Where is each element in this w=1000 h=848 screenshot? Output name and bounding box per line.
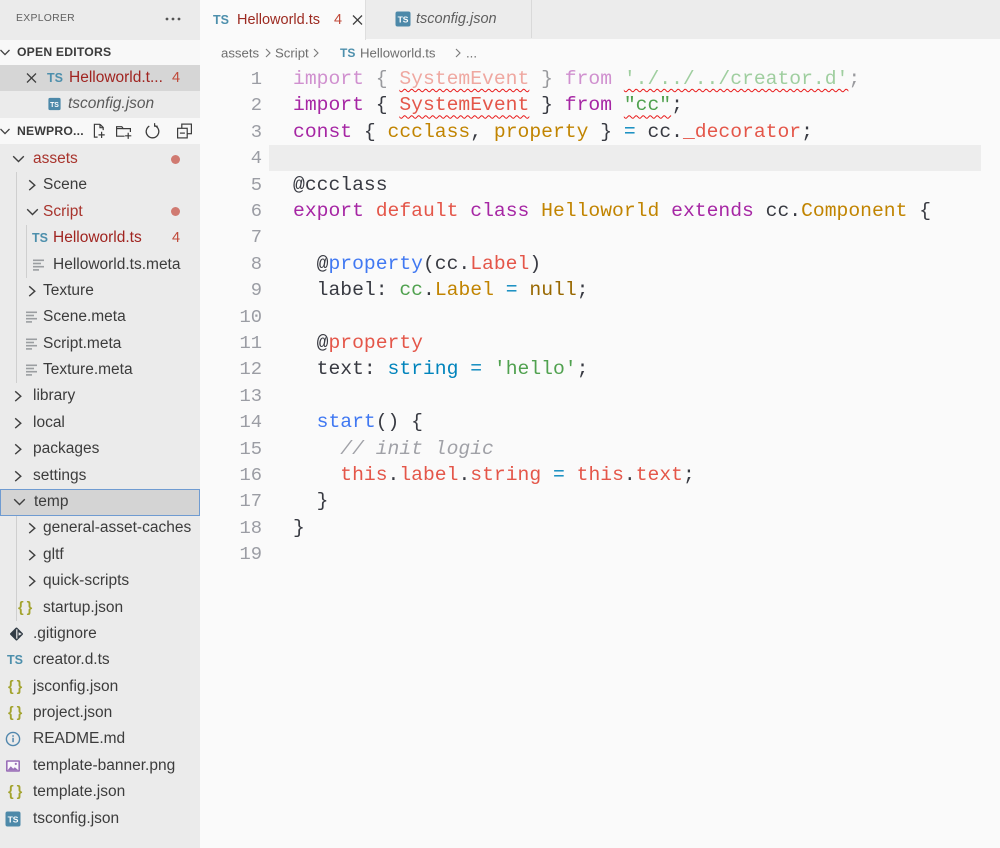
svg-text:TS: TS: [50, 102, 59, 109]
svg-text:TS: TS: [8, 814, 19, 824]
svg-text:TS: TS: [398, 15, 409, 25]
